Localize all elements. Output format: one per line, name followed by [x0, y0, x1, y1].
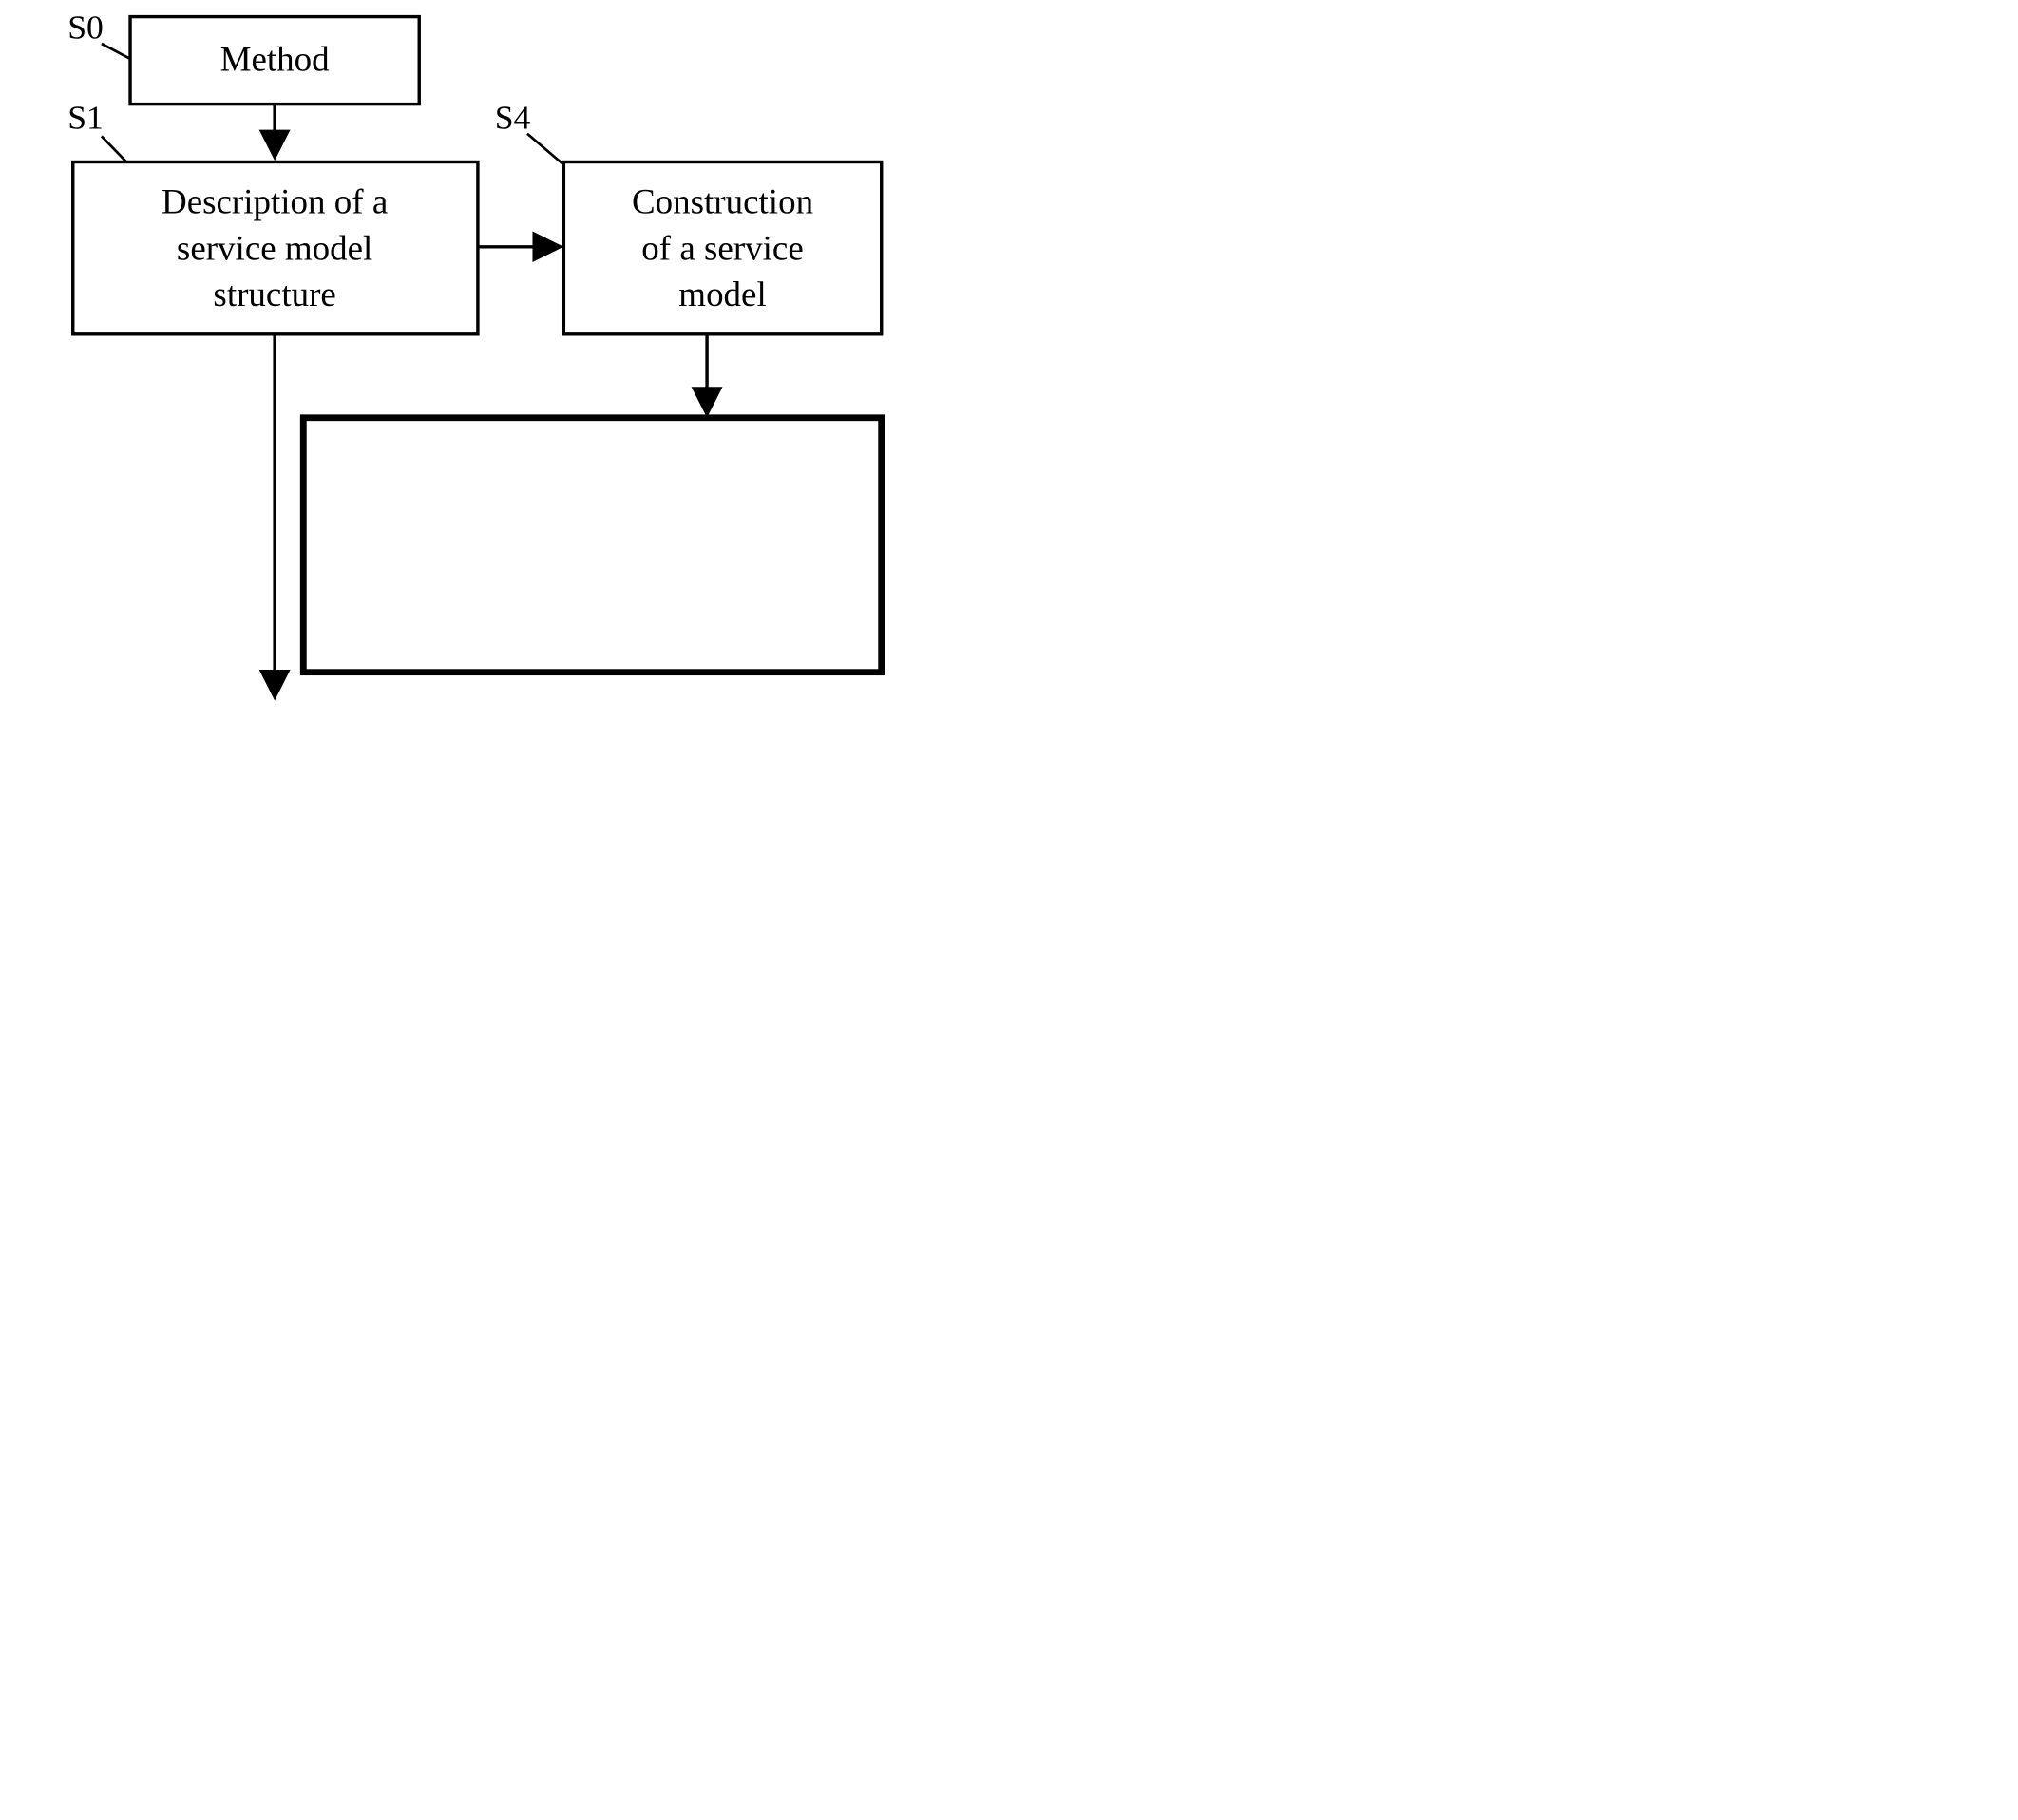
method-label-line: Method — [220, 40, 330, 79]
service-model-box — [299, 414, 885, 676]
ref-s0: S0 — [67, 9, 104, 47]
arrow-s1-s2 — [258, 669, 291, 701]
ref-s4: S4 — [495, 99, 531, 137]
arrow-s4-servicemodel — [691, 387, 723, 418]
arrow-s0-s1 — [258, 129, 291, 161]
step-s4-label-line: of a service — [641, 229, 803, 268]
ref-s1: S1 — [67, 99, 104, 137]
step-s1-label-line: Description of a — [162, 182, 388, 221]
step-s4-label-line: Construction — [632, 182, 813, 221]
arrow-s1-s4 — [532, 231, 564, 263]
step-s1-label-line: structure — [213, 275, 335, 313]
step-s4-label-line: model — [678, 275, 766, 313]
step-s1-label-line: service model — [177, 229, 372, 268]
method-flowchart: Method S0 Description of a service model str… — [67, 9, 885, 701]
